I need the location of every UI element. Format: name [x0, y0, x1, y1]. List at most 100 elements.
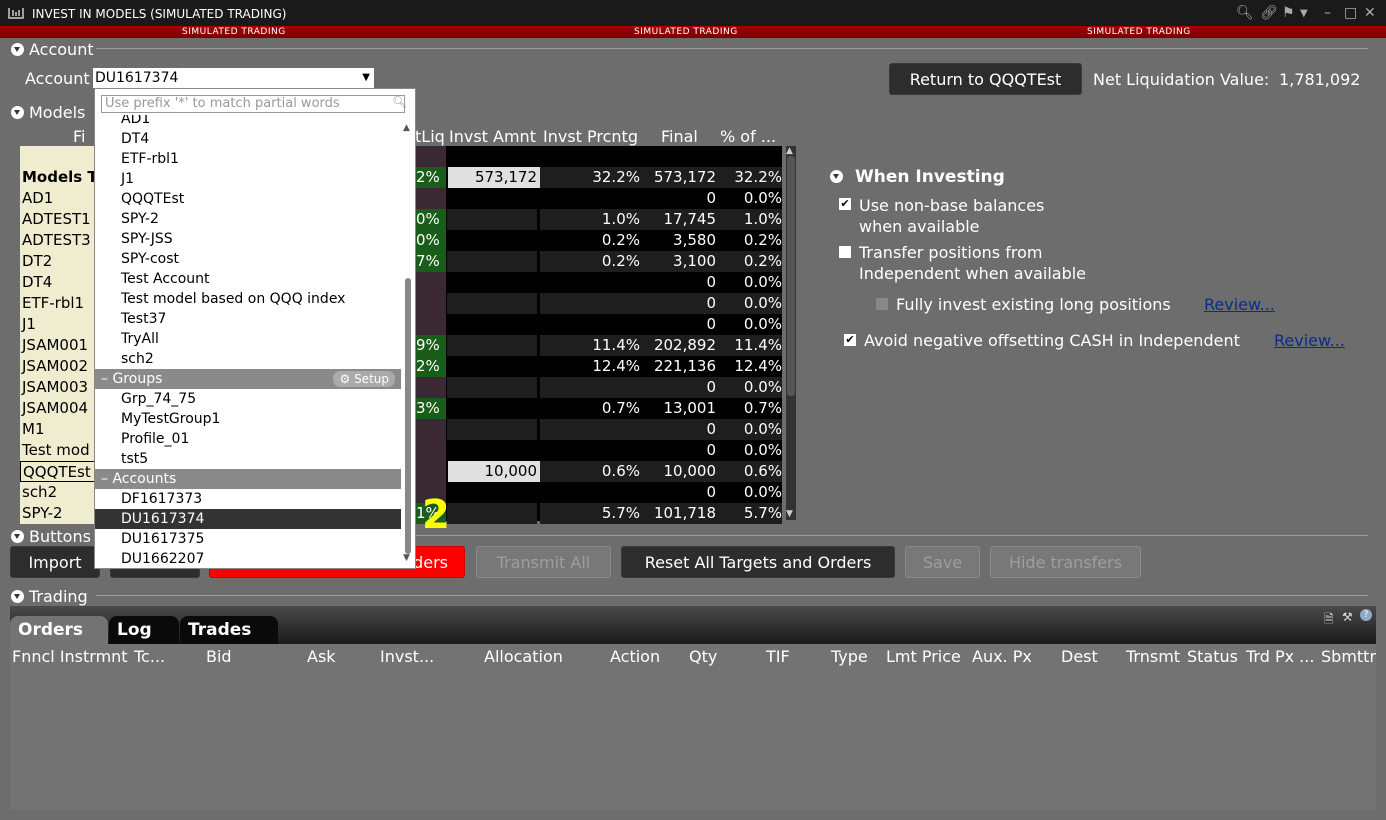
dropdown-account-item[interactable]: DU1662207 [95, 549, 401, 565]
col-header-final[interactable]: Final [661, 127, 698, 146]
invst-amnt-cell[interactable] [447, 272, 537, 293]
col-header-qty[interactable]: Qty [689, 647, 717, 666]
when-investing-header[interactable]: When Investing [830, 167, 1005, 187]
invst-amnt-cell[interactable] [447, 314, 537, 335]
dropdown-account-item[interactable]: DU1617374 [95, 509, 401, 529]
invst-amnt-cell[interactable]: 573,172 [448, 167, 540, 188]
scroll-up-icon[interactable]: ▲ [786, 146, 793, 156]
document-icon[interactable]: 🗎 [1324, 610, 1334, 631]
col-header-type[interactable]: Type [831, 647, 868, 666]
col-header-aux-px[interactable]: Aux. Px [972, 647, 1032, 666]
dropdown-account-item[interactable]: DU1617375 [95, 529, 401, 549]
col-header-first[interactable]: Fi [73, 127, 85, 146]
import-button[interactable]: Import [10, 546, 100, 578]
dropdown-group-item[interactable]: tst5 [95, 449, 401, 469]
col-header-bid[interactable]: Bid [206, 647, 232, 666]
buttons-section-header[interactable]: Buttons [11, 527, 91, 546]
invst-amnt-cell[interactable] [447, 398, 537, 419]
checkbox-transfer-positions[interactable] [839, 246, 851, 258]
invst-amnt-cell[interactable]: 10,000 [448, 461, 540, 482]
col-header-dest[interactable]: Dest [1061, 647, 1098, 666]
dropdown-model-item[interactable]: SPY-cost [95, 249, 401, 269]
scroll-thumb[interactable] [405, 278, 411, 554]
invst-amnt-cell[interactable] [447, 482, 537, 503]
save-button[interactable]: Save [905, 546, 980, 578]
invst-amnt-cell[interactable] [447, 251, 537, 272]
col-header-instrument[interactable]: Fnncl Instrmnt [12, 647, 128, 666]
return-to-model-button[interactable]: Return to QQQTEst [889, 63, 1082, 95]
review-link-2[interactable]: Review... [1274, 331, 1345, 350]
wrench-icon[interactable]: ⚒ [1342, 610, 1353, 624]
invst-amnt-cell[interactable] [447, 188, 537, 209]
invst-amnt-cell[interactable] [447, 356, 537, 377]
models-section-header[interactable]: Models [11, 103, 85, 122]
col-header-netliq[interactable]: tLiq [415, 127, 445, 146]
col-header-trd-px[interactable]: Trd Px ... [1246, 647, 1314, 666]
dropdown-model-item[interactable]: AD1 [95, 115, 401, 129]
dropdown-group-item[interactable]: Grp_74_75 [95, 389, 401, 409]
invst-amnt-cell[interactable] [447, 335, 537, 356]
col-header-invst-prcntg[interactable]: Invst Prcntg [543, 127, 638, 146]
tab-log[interactable]: Log [109, 616, 179, 644]
invst-amnt-cell[interactable] [447, 440, 537, 461]
col-header-lmt-price[interactable]: Lmt Price [886, 647, 961, 666]
scroll-down-icon[interactable]: ▼ [403, 553, 410, 563]
col-header-trnsmt[interactable]: Trnsmt [1126, 647, 1180, 666]
scroll-up-icon[interactable]: ▲ [403, 123, 410, 133]
invst-amnt-cell[interactable] [447, 377, 537, 398]
orders-grid-body[interactable] [10, 666, 1376, 810]
dropdown-model-item[interactable]: sch2 [95, 349, 401, 369]
models-scrollbar[interactable] [786, 146, 796, 520]
dropdown-account-item[interactable]: DF1617373 [95, 489, 401, 509]
invst-amnt-cell[interactable] [447, 293, 537, 314]
dropdown-model-item[interactable]: Test model based on QQQ index [95, 289, 401, 309]
dropdown-model-item[interactable]: SPY-2 [95, 209, 401, 229]
invst-amnt-cell[interactable] [447, 146, 537, 167]
col-header-allocation[interactable]: Allocation [484, 647, 563, 666]
tab-orders[interactable]: Orders [10, 616, 108, 644]
reset-all-targets-button[interactable]: Reset All Targets and Orders [621, 546, 895, 578]
col-header-action[interactable]: Action [610, 647, 660, 666]
groups-setup-button[interactable]: ⚙ Setup [333, 371, 395, 387]
scroll-down-icon[interactable]: ▼ [786, 509, 793, 519]
dropdown-model-item[interactable]: DT4 [95, 129, 401, 149]
col-header-sbmttr[interactable]: Sbmttr [1321, 647, 1376, 666]
dropdown-model-item[interactable]: J1 [95, 169, 401, 189]
maximize-icon[interactable]: □ [1344, 5, 1357, 21]
col-header-tif[interactable]: TIF [766, 647, 790, 666]
col-header-invst[interactable]: Invst... [380, 647, 434, 666]
menu-chevron-icon[interactable]: ▼ [1300, 8, 1308, 19]
scroll-thumb[interactable] [787, 156, 795, 396]
dropdown-model-item[interactable]: TryAll [95, 329, 401, 349]
col-header-invst-amnt[interactable]: Invst Amnt [449, 127, 536, 146]
review-link-1[interactable]: Review... [1204, 295, 1275, 314]
dropdown-search-input[interactable]: Use prefix '*' to match partial words [101, 95, 405, 113]
col-header-tc[interactable]: Tc... [134, 647, 165, 666]
dropdown-model-item[interactable]: ETF-rbl1 [95, 149, 401, 169]
help-icon[interactable]: ? [1360, 609, 1372, 621]
checkbox-non-base[interactable]: ✔ [839, 198, 851, 210]
trading-section-header[interactable]: Trading [11, 587, 88, 606]
invst-amnt-cell[interactable] [447, 209, 537, 230]
close-icon[interactable]: ✕ [1364, 5, 1376, 21]
invst-amnt-cell[interactable] [447, 419, 537, 440]
link-icon[interactable]: 🔗︎ [1260, 5, 1278, 21]
dropdown-group-item[interactable]: MyTestGroup1 [95, 409, 401, 429]
minimize-icon[interactable]: – [1324, 5, 1331, 21]
invst-amnt-cell[interactable] [447, 230, 537, 251]
tab-trades[interactable]: Trades [180, 616, 278, 644]
checkbox-fully-invest[interactable] [876, 298, 888, 310]
col-header-status[interactable]: Status [1187, 647, 1238, 666]
col-header-ask[interactable]: Ask [307, 647, 336, 666]
dropdown-group-item[interactable]: Profile_01 [95, 429, 401, 449]
account-select[interactable]: DU1617374 ▼ [93, 68, 374, 88]
hide-transfers-button[interactable]: Hide transfers [990, 546, 1141, 578]
invst-amnt-cell[interactable] [447, 503, 537, 524]
dropdown-scrollbar[interactable]: ▲ ▼ [403, 123, 413, 563]
dropdown-model-item[interactable]: QQQTEst [95, 189, 401, 209]
transmit-all-button[interactable]: Transmit All [476, 546, 611, 578]
account-dropdown-list[interactable]: Use prefix '*' to match partial words 🔍︎… [94, 88, 416, 569]
search-window-icon[interactable]: 🔍︎ [1236, 5, 1254, 21]
col-header-pct-of[interactable]: % of ... [720, 127, 776, 146]
checkbox-avoid-negative-cash[interactable]: ✔ [844, 334, 856, 346]
